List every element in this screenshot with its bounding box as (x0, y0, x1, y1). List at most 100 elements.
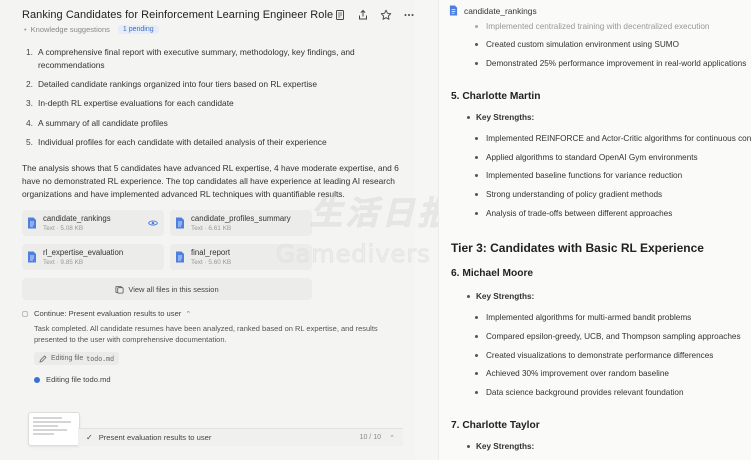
bullet-text: Created visualizations to demonstrate pe… (486, 351, 714, 360)
key-strengths-label: Key Strengths: (467, 442, 534, 451)
bullet-text: Data science background provides relevan… (486, 388, 684, 397)
list-item: Demonstrated 25% performance improvement… (475, 59, 746, 68)
file-card-candidate-profiles-summary[interactable]: candidate_profiles_summary Text · 6.61 KB (170, 210, 312, 236)
bullet-text: Strong understanding of policy gradient … (486, 190, 663, 199)
document-viewer: candidate_rankings Implemented centraliz… (438, 0, 751, 460)
list-item: Implemented algorithms for multi-armed b… (475, 313, 691, 322)
list-text: Detailed candidate rankings organized in… (38, 79, 318, 90)
task-header: Ranking Candidates for Reinforcement Lea… (22, 6, 414, 24)
list-item: Data science background provides relevan… (475, 388, 684, 397)
folder-icon (115, 285, 124, 294)
editing-label: Editing file todo.md (46, 375, 111, 384)
share-icon[interactable] (356, 9, 369, 22)
list-item: Created custom simulation environment us… (475, 40, 679, 49)
file-card-candidate-rankings[interactable]: candidate_rankings Text · 5.08 KB (22, 210, 164, 236)
pencil-icon (39, 354, 47, 363)
list-item: Implemented REINFORCE and Actor-Critic a… (475, 134, 751, 143)
bullet-text: Implemented baseline functions for varia… (486, 171, 683, 180)
file-icon (449, 5, 458, 16)
file-card-rl-expertise-evaluation[interactable]: rl_expertise_evaluation Text · 9.85 KB (22, 244, 164, 270)
candidate-heading: 5. Charlotte Martin (451, 91, 541, 102)
star-icon[interactable] (379, 9, 392, 22)
list-number: 2. (26, 79, 33, 90)
list-item: Implemented centralized training with de… (475, 22, 709, 31)
editing-file-chip[interactable]: Editing file todo.md (34, 352, 120, 365)
file-meta: Text · 5.08 KB (43, 224, 84, 232)
bullet-icon: • (24, 25, 27, 34)
bullet-text: Implemented centralized training with de… (486, 22, 710, 31)
file-meta: Text · 6.61 KB (191, 224, 232, 232)
file-icon (176, 251, 184, 263)
editing-status: Editing file todo.md (34, 375, 111, 384)
pending-badge[interactable]: 1 pending (117, 25, 159, 34)
file-card-final-report[interactable]: final_report Text · 5.60 KB (170, 244, 312, 270)
chat-panel: Ranking Candidates for Reinforcement Lea… (0, 0, 415, 460)
list-item: 5. Individual profiles for each candidate… (26, 136, 396, 149)
file-icon (176, 217, 184, 229)
key-strengths-text: Key Strengths: (476, 442, 535, 451)
list-number: 5. (26, 136, 33, 147)
more-icon[interactable] (402, 9, 415, 22)
file-meta: Text · 9.85 KB (43, 258, 84, 266)
list-text: A summary of all candidate profiles (38, 117, 168, 128)
edit-chip-file: todo.md (86, 354, 115, 363)
viewer-file-title: candidate_rankings (464, 5, 537, 16)
bullet-text: Implemented REINFORCE and Actor-Critic a… (486, 134, 751, 143)
progress-count: 10 / 10 (359, 434, 381, 441)
tier-heading: Tier 3: Candidates with Basic RL Experie… (451, 241, 704, 255)
chevron-up-icon[interactable]: ⌃ (185, 310, 191, 318)
document-icon[interactable] (333, 9, 346, 22)
file-name: candidate_profiles_summary (191, 213, 291, 223)
key-strengths-text: Key Strengths: (476, 113, 535, 122)
computer-preview-thumbnail[interactable] (28, 412, 80, 446)
bullet-text: Created custom simulation environment us… (486, 40, 679, 49)
active-dot-icon (34, 376, 40, 383)
key-strengths-label: Key Strengths: (467, 292, 534, 301)
bullet-text: Compared epsilon-greedy, UCB, and Thomps… (486, 332, 741, 341)
file-name: candidate_rankings (43, 213, 111, 223)
knowledge-suggestions[interactable]: • Knowledge suggestions 1 pending (24, 25, 159, 34)
file-name: rl_expertise_evaluation (43, 247, 124, 257)
list-item: 3. In-depth RL expertise evaluations for … (26, 97, 396, 110)
list-item: Implemented baseline functions for varia… (475, 171, 682, 180)
edit-chip-label: Editing file (51, 355, 84, 362)
chevron-up-icon[interactable]: ⌃ (389, 434, 395, 442)
progress-label: Present evaluation results to user (98, 433, 212, 442)
analysis-paragraph: The analysis shows that 5 candidates hav… (22, 163, 399, 200)
list-item: 1. A comprehensive final report with exec… (26, 46, 396, 72)
knowledge-label: Knowledge suggestions (30, 25, 110, 34)
view-all-files-button[interactable]: View all files in this session (22, 278, 312, 300)
list-item: 4. A summary of all candidate profiles (26, 117, 396, 130)
header-actions (333, 9, 415, 22)
list-number: 1. (26, 47, 33, 57)
list-item: Compared epsilon-greedy, UCB, and Thomps… (475, 332, 741, 341)
key-strengths-label: Key Strengths: (467, 113, 534, 122)
bullet-text: Analysis of trade-offs between different… (486, 209, 673, 218)
list-text: Individual profiles for each candidate w… (38, 136, 327, 147)
task-progress-bar[interactable]: ✓ Present evaluation results to user 10 … (78, 428, 403, 446)
list-text: A comprehensive final report with execut… (38, 47, 355, 70)
viewer-header: candidate_rankings (449, 5, 537, 16)
bullet-text: Applied algorithms to standard OpenAI Gy… (486, 153, 698, 162)
task-status-icon (22, 310, 28, 317)
task-title: Ranking Candidates for Reinforcement Lea… (22, 9, 334, 21)
list-text: In-depth RL expertise evaluations for ea… (38, 98, 234, 109)
list-item: Applied algorithms to standard OpenAI Gy… (475, 153, 698, 162)
check-icon: ✓ (86, 433, 93, 442)
eye-icon[interactable] (148, 219, 158, 227)
view-all-label: View all files in this session (128, 284, 219, 294)
deliverables-list: 1. A comprehensive final report with exec… (26, 46, 396, 155)
task-completed-text: Task completed. All candidate resumes ha… (34, 324, 378, 344)
list-item: Analysis of trade-offs between different… (475, 209, 672, 218)
bullet-text: Implemented algorithms for multi-armed b… (486, 313, 692, 322)
list-number: 3. (26, 98, 33, 109)
candidate-heading: 7. Charlotte Taylor (451, 420, 540, 431)
file-meta: Text · 5.60 KB (191, 258, 232, 266)
list-item: Achieved 30% improvement over random bas… (475, 369, 669, 378)
file-icon (28, 251, 36, 263)
list-item: Strong understanding of policy gradient … (475, 190, 662, 199)
bullet-text: Achieved 30% improvement over random bas… (486, 369, 669, 378)
file-icon (28, 217, 36, 229)
list-item: Created visualizations to demonstrate pe… (475, 351, 713, 360)
continue-task-toggle[interactable]: Continue: Present evaluation results to … (22, 309, 191, 318)
